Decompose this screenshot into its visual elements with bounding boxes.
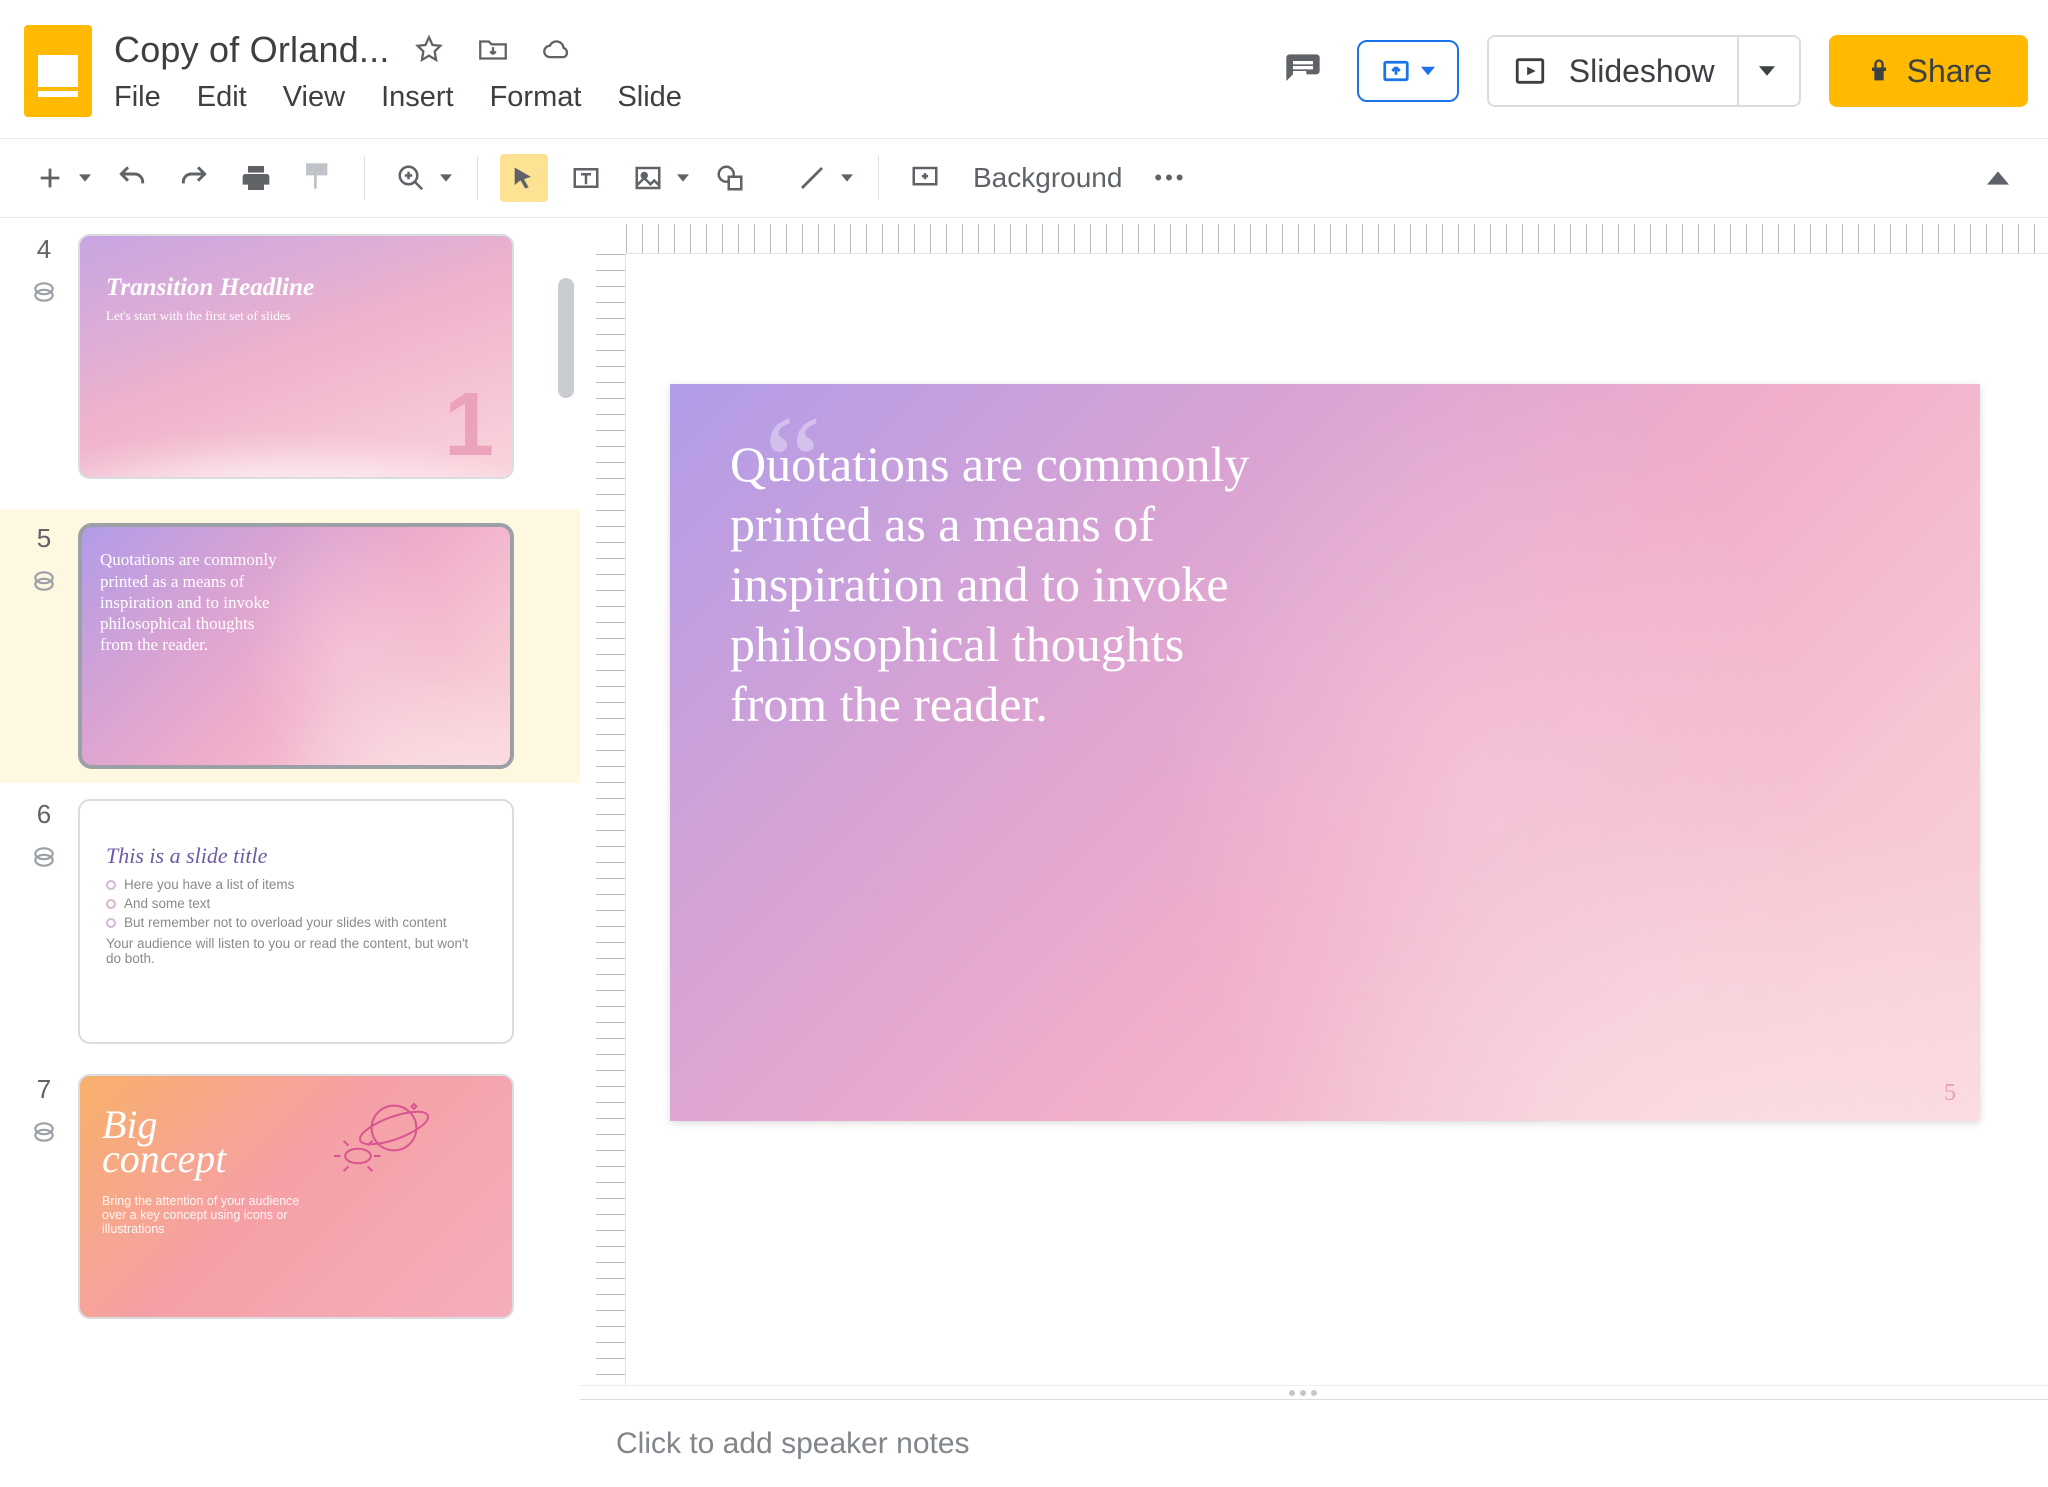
line-dropdown[interactable] xyxy=(838,154,856,202)
slide-thumbnail-5[interactable]: Quotations are commonly printed as a mea… xyxy=(78,523,514,768)
redo-button[interactable] xyxy=(170,154,218,202)
toolbar: Background ••• xyxy=(0,138,2048,218)
new-slide-dropdown[interactable] xyxy=(76,154,94,202)
slide-quote-text[interactable]: Quotations are commonly printed as a mea… xyxy=(730,434,1270,734)
select-tool-button[interactable] xyxy=(500,154,548,202)
menu-format[interactable]: Format xyxy=(490,81,582,114)
title-bar: Copy of Orland... File Edit View Insert … xyxy=(0,0,2048,138)
speaker-notes-input[interactable]: Click to add speaker notes xyxy=(580,1399,2048,1487)
menu-insert[interactable]: Insert xyxy=(381,81,454,114)
transition-icon xyxy=(31,568,57,594)
insert-image-button[interactable] xyxy=(624,154,672,202)
undo-button[interactable] xyxy=(108,154,156,202)
print-button[interactable] xyxy=(232,154,280,202)
shape-button[interactable] xyxy=(706,154,754,202)
thumb7-title: Big concept xyxy=(102,1108,226,1176)
menu-bar: File Edit View Insert Format Slide xyxy=(114,81,1257,114)
slide-number: 6 xyxy=(37,799,51,830)
menu-slide[interactable]: Slide xyxy=(617,81,682,114)
slideshow-dropdown[interactable] xyxy=(1737,37,1775,105)
text-box-button[interactable] xyxy=(562,154,610,202)
thumb4-big-number: 1 xyxy=(444,374,494,477)
slide-stage[interactable]: “ Quotations are commonly printed as a m… xyxy=(626,254,2048,1385)
menu-file[interactable]: File xyxy=(114,81,161,114)
transition-icon xyxy=(31,844,57,870)
menu-edit[interactable]: Edit xyxy=(197,81,247,114)
planet-icon xyxy=(332,1096,432,1176)
canvas-area: “ Quotations are commonly printed as a m… xyxy=(580,218,2048,1487)
background-button[interactable]: Background xyxy=(963,162,1132,194)
thumb5-text: Quotations are commonly printed as a mea… xyxy=(100,549,290,655)
zoom-button[interactable] xyxy=(387,154,435,202)
collapse-toolbar-icon[interactable] xyxy=(1974,154,2022,202)
slideshow-label: Slideshow xyxy=(1569,53,1715,90)
cloud-status-icon[interactable] xyxy=(540,33,574,67)
slide-number: 4 xyxy=(37,234,51,265)
thumb7-subtitle: Bring the attention of your audience ove… xyxy=(102,1194,302,1236)
horizontal-ruler[interactable] xyxy=(626,224,2048,254)
workspace: 4 Transition Headline Let's start with t… xyxy=(0,218,2048,1487)
slideshow-button[interactable]: Slideshow xyxy=(1487,35,1801,107)
slide-number: 7 xyxy=(37,1074,51,1105)
zoom-dropdown[interactable] xyxy=(437,154,455,202)
slide-number: 5 xyxy=(37,523,51,554)
slide-thumbnail-6[interactable]: This is a slide title Here you have a li… xyxy=(78,799,514,1044)
comments-icon[interactable] xyxy=(1277,45,1329,97)
thumbnail-scrollbar[interactable] xyxy=(558,278,574,398)
transition-icon xyxy=(31,1119,57,1145)
app-logo-icon[interactable] xyxy=(24,25,92,117)
insert-comment-button[interactable] xyxy=(901,154,949,202)
notes-resize-handle[interactable] xyxy=(580,1385,2048,1399)
thumb4-title: Transition Headline xyxy=(106,274,314,302)
line-button[interactable] xyxy=(788,154,836,202)
new-slide-button[interactable] xyxy=(26,154,74,202)
thumbnail-panel[interactable]: 4 Transition Headline Let's start with t… xyxy=(0,218,580,1487)
move-to-folder-icon[interactable] xyxy=(476,33,510,67)
vertical-ruler[interactable] xyxy=(596,254,626,1385)
share-label: Share xyxy=(1907,53,1992,90)
insert-image-dropdown[interactable] xyxy=(674,154,692,202)
paint-format-button[interactable] xyxy=(294,154,342,202)
thumb4-subtitle: Let's start with the first set of slides xyxy=(106,308,291,324)
star-icon[interactable] xyxy=(412,33,446,67)
transition-icon xyxy=(31,279,57,305)
thumb6-title: This is a slide title xyxy=(106,843,267,869)
more-toolbar-icon[interactable]: ••• xyxy=(1146,154,1194,202)
share-button[interactable]: Share xyxy=(1829,35,2028,107)
present-from-start-button[interactable] xyxy=(1357,40,1459,102)
menu-view[interactable]: View xyxy=(283,81,345,114)
thumb6-body: Here you have a list of items And some t… xyxy=(106,877,486,966)
slide-page-number: 5 xyxy=(1944,1080,1956,1107)
slide-thumbnail-4[interactable]: Transition Headline Let's start with the… xyxy=(78,234,514,479)
document-title[interactable]: Copy of Orland... xyxy=(114,29,390,71)
slide-thumbnail-7[interactable]: Big concept Bring the attention of your … xyxy=(78,1074,514,1319)
main-slide[interactable]: “ Quotations are commonly printed as a m… xyxy=(670,384,1980,1121)
